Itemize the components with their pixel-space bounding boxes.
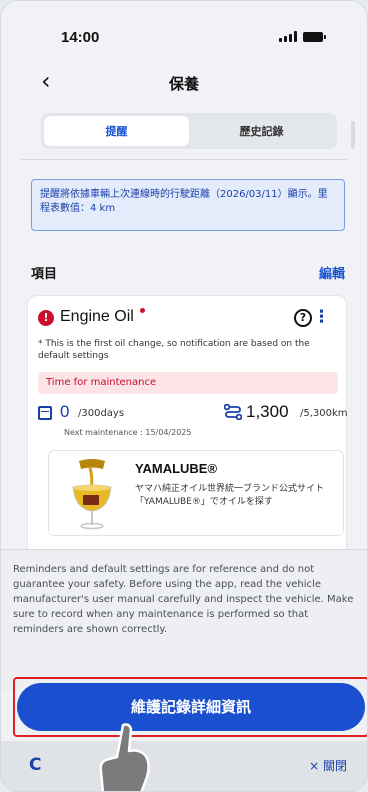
- scroll-indicator: [351, 121, 355, 149]
- battery-icon: [303, 31, 326, 42]
- km-value: 1,300: [246, 402, 289, 421]
- card-title: Engine Oil: [60, 308, 134, 325]
- signal-icon: [279, 31, 297, 42]
- status-icons: [279, 31, 326, 42]
- nav-bar: ‹ 保養: [1, 65, 367, 101]
- help-icon[interactable]: ?: [294, 309, 312, 327]
- status-time: 14:00: [61, 29, 100, 46]
- days-value: 0: [60, 402, 70, 421]
- calendar-icon: [38, 406, 52, 420]
- tab-reminder[interactable]: 提醒: [44, 116, 189, 146]
- tab-history[interactable]: 歷史記錄: [189, 116, 334, 146]
- product-name: YAMALUBE®: [135, 461, 218, 476]
- next-maintenance: Next maintenance : 15/04/2025: [64, 428, 192, 437]
- section-header: 項目 編輯: [31, 263, 345, 283]
- section-title: 項目: [31, 267, 58, 282]
- divider: [21, 159, 347, 160]
- status-bar: 14:00: [1, 1, 367, 69]
- refresh-icon[interactable]: C: [29, 755, 41, 775]
- more-options-icon[interactable]: ⋮: [313, 307, 330, 327]
- highlight-frame: 維護記錄詳細資訊: [13, 677, 367, 737]
- metrics-row: 0 /300days Next maintenance : 15/04/2025…: [38, 402, 348, 442]
- disclaimer-text: Reminders and default settings are for r…: [13, 564, 354, 635]
- km-unit: /5,300km: [300, 408, 348, 419]
- maintenance-details-button[interactable]: 維護記錄詳細資訊: [17, 683, 365, 731]
- unread-dot-icon: [140, 308, 145, 313]
- phone-screen: 14:00 ‹ 保養 提醒 歷史記錄 提醒將依據車輛上次連線時的行駛距離（202…: [0, 0, 368, 792]
- route-icon: [223, 403, 243, 424]
- card-note: * This is the first oil change, so notif…: [38, 339, 310, 361]
- card-title-row: ! Engine Oil ? ⋮: [38, 307, 338, 330]
- info-notice: 提醒將依據車輛上次連線時的行駛距離（2026/03/11）顯示。里程表數值：4 …: [31, 179, 345, 231]
- tab-bar: 提醒 歷史記錄: [41, 113, 337, 149]
- status-badge: Time for maintenance: [38, 372, 338, 394]
- close-button[interactable]: × 關閉: [309, 757, 347, 774]
- pointer-hand-icon: [95, 721, 155, 791]
- product-link[interactable]: YAMALUBE® ヤマハ純正オイル世界統一ブランド公式サイト「YAMALUBE…: [48, 450, 344, 536]
- bottom-bar: C × 關閉: [1, 741, 367, 791]
- oil-bottle-image: [57, 457, 127, 531]
- page-title: 保養: [168, 75, 199, 93]
- days-unit: /300days: [78, 408, 125, 419]
- edit-button[interactable]: 編輯: [319, 263, 345, 282]
- alert-icon: !: [38, 310, 54, 326]
- product-description: ヤマハ純正オイル世界統一ブランド公式サイト「YAMALUBE®」でオイルを探す: [135, 484, 325, 507]
- disclaimer-area: Reminders and default settings are for r…: [1, 549, 367, 691]
